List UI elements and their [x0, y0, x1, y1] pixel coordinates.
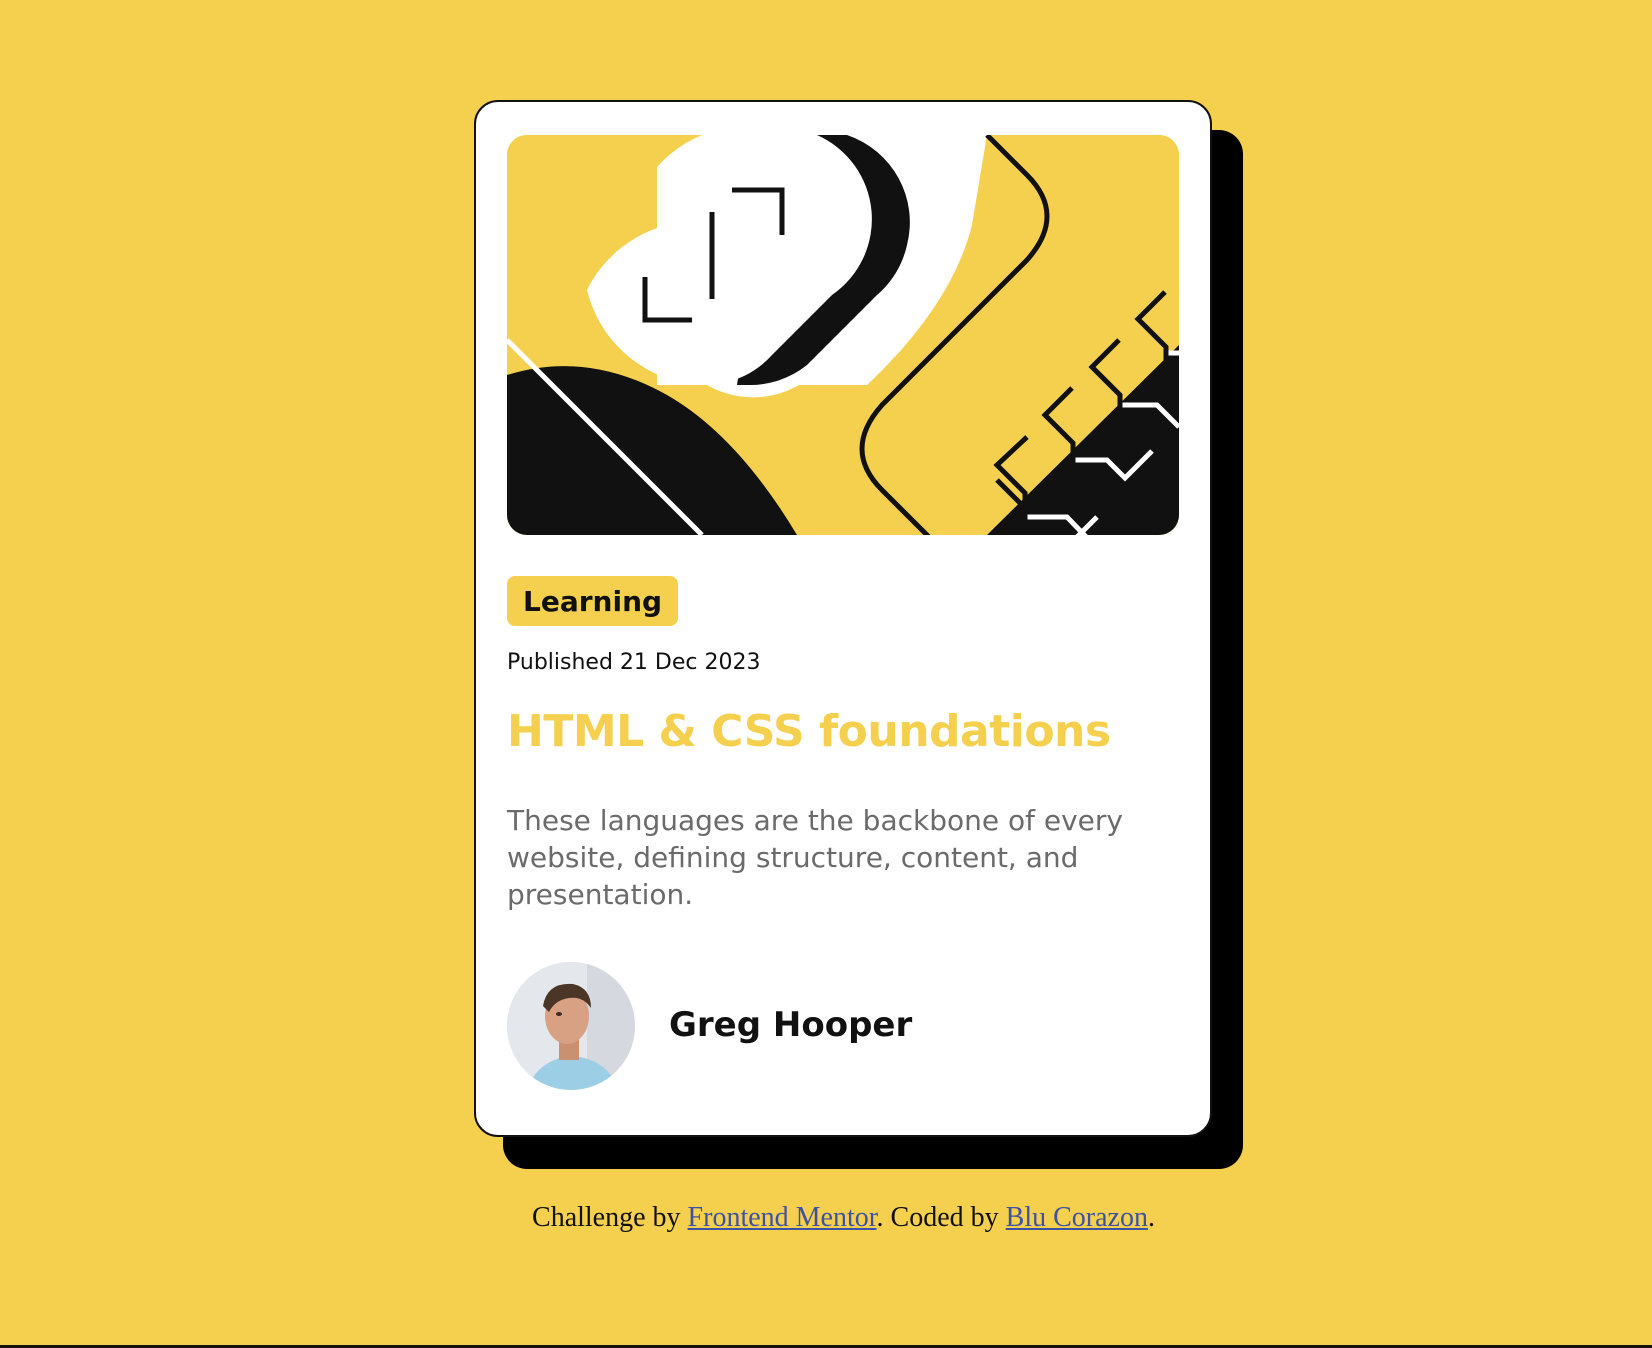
blog-preview-card: Learning Published 21 Dec 2023 HTML & CS… — [474, 100, 1212, 1137]
card-description: These languages are the backbone of ever… — [507, 804, 1123, 911]
attribution: Challenge by Frontend Mentor. Coded by B… — [0, 1202, 1652, 1234]
category-badge: Learning — [507, 576, 679, 626]
author-link[interactable]: Blu Corazon — [1006, 1202, 1148, 1233]
abstract-illustration — [507, 135, 1179, 535]
author-name: Greg Hooper — [669, 1005, 913, 1045]
attribution-prefix: Challenge by — [532, 1202, 688, 1233]
published-date: Published 21 Dec 2023 — [507, 650, 761, 675]
attribution-suffix: . — [1147, 1202, 1155, 1233]
frontend-mentor-link[interactable]: Frontend Mentor — [688, 1202, 877, 1233]
hero-illustration — [507, 135, 1179, 535]
author-photo — [507, 962, 635, 1090]
author-avatar — [507, 962, 635, 1090]
attribution-middle: . Coded by — [876, 1202, 1006, 1233]
card-title[interactable]: HTML & CSS foundations — [507, 706, 1111, 757]
